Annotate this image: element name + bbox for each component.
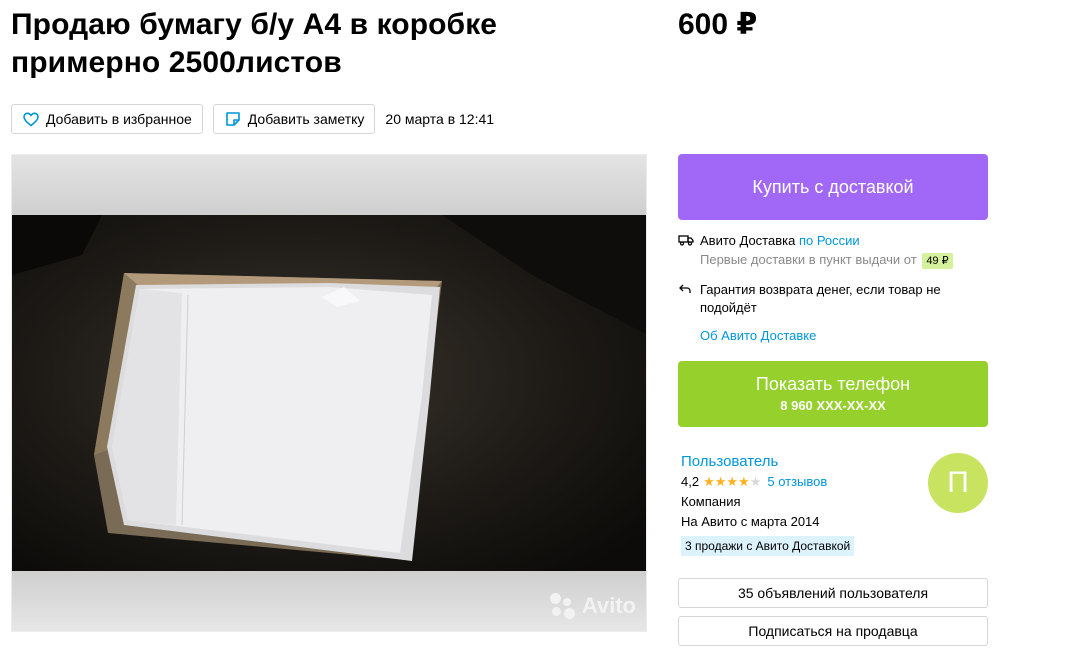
avito-logo-icon xyxy=(549,593,576,619)
first-delivery-price: 49 ₽ xyxy=(922,253,953,269)
rating-stars-icon: ★★★★★ xyxy=(703,474,762,489)
note-icon xyxy=(224,110,242,128)
truck-icon xyxy=(678,232,700,269)
sales-badge: 3 продажи с Авито Доставкой xyxy=(681,536,855,556)
guarantee-row: Гарантия возврата денег, если товар не п… xyxy=(678,281,988,317)
phone-number: 8 960 XXX-XX-XX xyxy=(780,398,886,413)
subscribe-button[interactable]: Подписаться на продавца xyxy=(678,616,988,646)
listing-date: 20 марта в 12:41 xyxy=(385,111,495,127)
listing-title: Продаю бумагу б/у А4 в коробке примерно … xyxy=(11,8,498,79)
about-delivery-row: Об Авито Доставке xyxy=(678,327,988,345)
favorite-label: Добавить в избранное xyxy=(46,111,192,127)
delivery-service: Авито Доставка xyxy=(700,233,796,248)
avatar[interactable]: П xyxy=(928,453,988,513)
return-arrow-icon xyxy=(678,281,700,317)
reviews-link[interactable]: 5 отзывов xyxy=(767,472,827,492)
avito-watermark: Avito xyxy=(549,593,636,619)
heart-icon xyxy=(22,110,40,128)
first-delivery-text: Первые доставки в пункт выдачи от xyxy=(700,252,917,267)
note-label: Добавить заметку xyxy=(247,111,365,127)
about-delivery-link[interactable]: Об Авито Доставке xyxy=(700,327,816,345)
show-phone-label: Показать телефон xyxy=(755,374,911,394)
rating-value: 4,2 xyxy=(681,474,700,489)
listing-photo[interactable]: Avito xyxy=(11,154,647,632)
seller-listings-button[interactable]: 35 объявлений пользователя xyxy=(678,578,988,608)
guarantee-text: Гарантия возврата денег, если товар не п… xyxy=(700,282,941,315)
seller-since: На Авито с марта 2014 xyxy=(681,514,820,529)
listing-actions: Добавить в избранное Добавить заметку 20… xyxy=(11,104,494,134)
add-to-favorites-button[interactable]: Добавить в избранное xyxy=(11,104,203,134)
show-phone-button[interactable]: Показать телефон 8 960 XXX-XX-XX xyxy=(678,361,988,427)
watermark-text: Avito xyxy=(581,593,636,618)
delivery-row: Авито Доставка по России Первые доставки… xyxy=(678,232,988,269)
delivery-info: Авито Доставка по России Первые доставки… xyxy=(678,232,988,345)
buy-with-delivery-button[interactable]: Купить с доставкой xyxy=(678,154,988,220)
listing-price: 600 ₽ xyxy=(678,8,758,41)
photo-blur-top xyxy=(12,155,646,215)
delivery-region-link[interactable]: по России xyxy=(799,233,860,248)
photo-image xyxy=(12,215,646,573)
add-note-button[interactable]: Добавить заметку xyxy=(212,104,376,134)
